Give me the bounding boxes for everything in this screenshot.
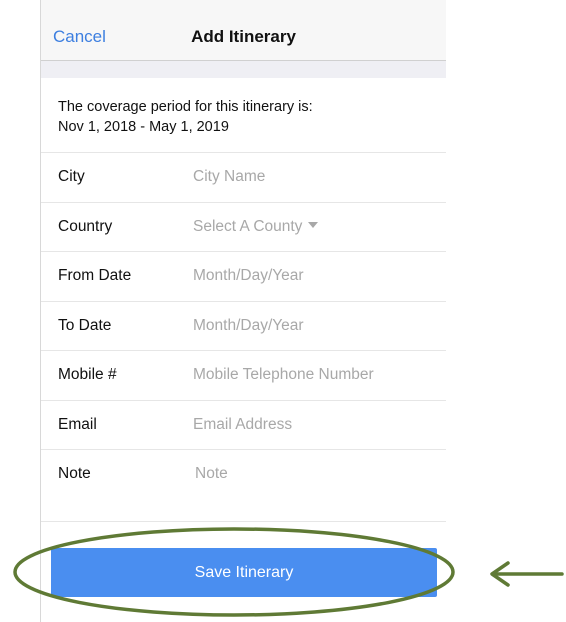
note-row: Note — [41, 449, 446, 499]
mobile-input[interactable] — [193, 363, 428, 387]
note-input[interactable] — [195, 462, 430, 486]
page-title: Add Itinerary — [191, 27, 296, 46]
from-date-label: From Date — [58, 267, 132, 284]
coverage-period-label: The coverage period for this itinerary i… — [58, 99, 313, 115]
email-row: Email — [41, 399, 446, 450]
arrow-left-icon — [490, 561, 564, 587]
itinerary-form: City Country Select A County From Date T… — [41, 152, 446, 499]
to-date-row: To Date — [41, 300, 446, 351]
from-date-row: From Date — [41, 251, 446, 301]
country-select[interactable]: Select A County — [193, 217, 319, 236]
email-label: Email — [58, 415, 97, 433]
country-select-placeholder: Select A County — [193, 217, 303, 235]
section-separator — [41, 61, 446, 78]
coverage-period-dates: Nov 1, 2018 - May 1, 2019 — [58, 119, 229, 135]
email-input[interactable] — [193, 412, 428, 437]
form-bottom-divider — [41, 521, 446, 522]
from-date-input[interactable] — [193, 264, 428, 288]
add-itinerary-screen: Cancel Add Itinerary The coverage period… — [40, 0, 446, 622]
note-label: Note — [58, 465, 91, 482]
country-row: Country Select A County — [41, 201, 446, 252]
caret-down-icon — [308, 221, 319, 228]
coverage-period-text: The coverage period for this itinerary i… — [58, 97, 313, 137]
mobile-row: Mobile # — [41, 350, 446, 400]
save-itinerary-button[interactable]: Save Itinerary — [51, 548, 437, 597]
screenshot-stage: Cancel Add Itinerary The coverage period… — [0, 0, 566, 622]
to-date-label: To Date — [58, 316, 112, 334]
city-label: City — [58, 168, 85, 185]
city-input[interactable] — [193, 165, 428, 189]
mobile-label: Mobile # — [58, 366, 117, 383]
city-row: City — [41, 152, 446, 202]
country-label: Country — [58, 217, 113, 235]
to-date-input[interactable] — [193, 313, 428, 338]
navigation-bar: Cancel Add Itinerary — [41, 0, 446, 61]
